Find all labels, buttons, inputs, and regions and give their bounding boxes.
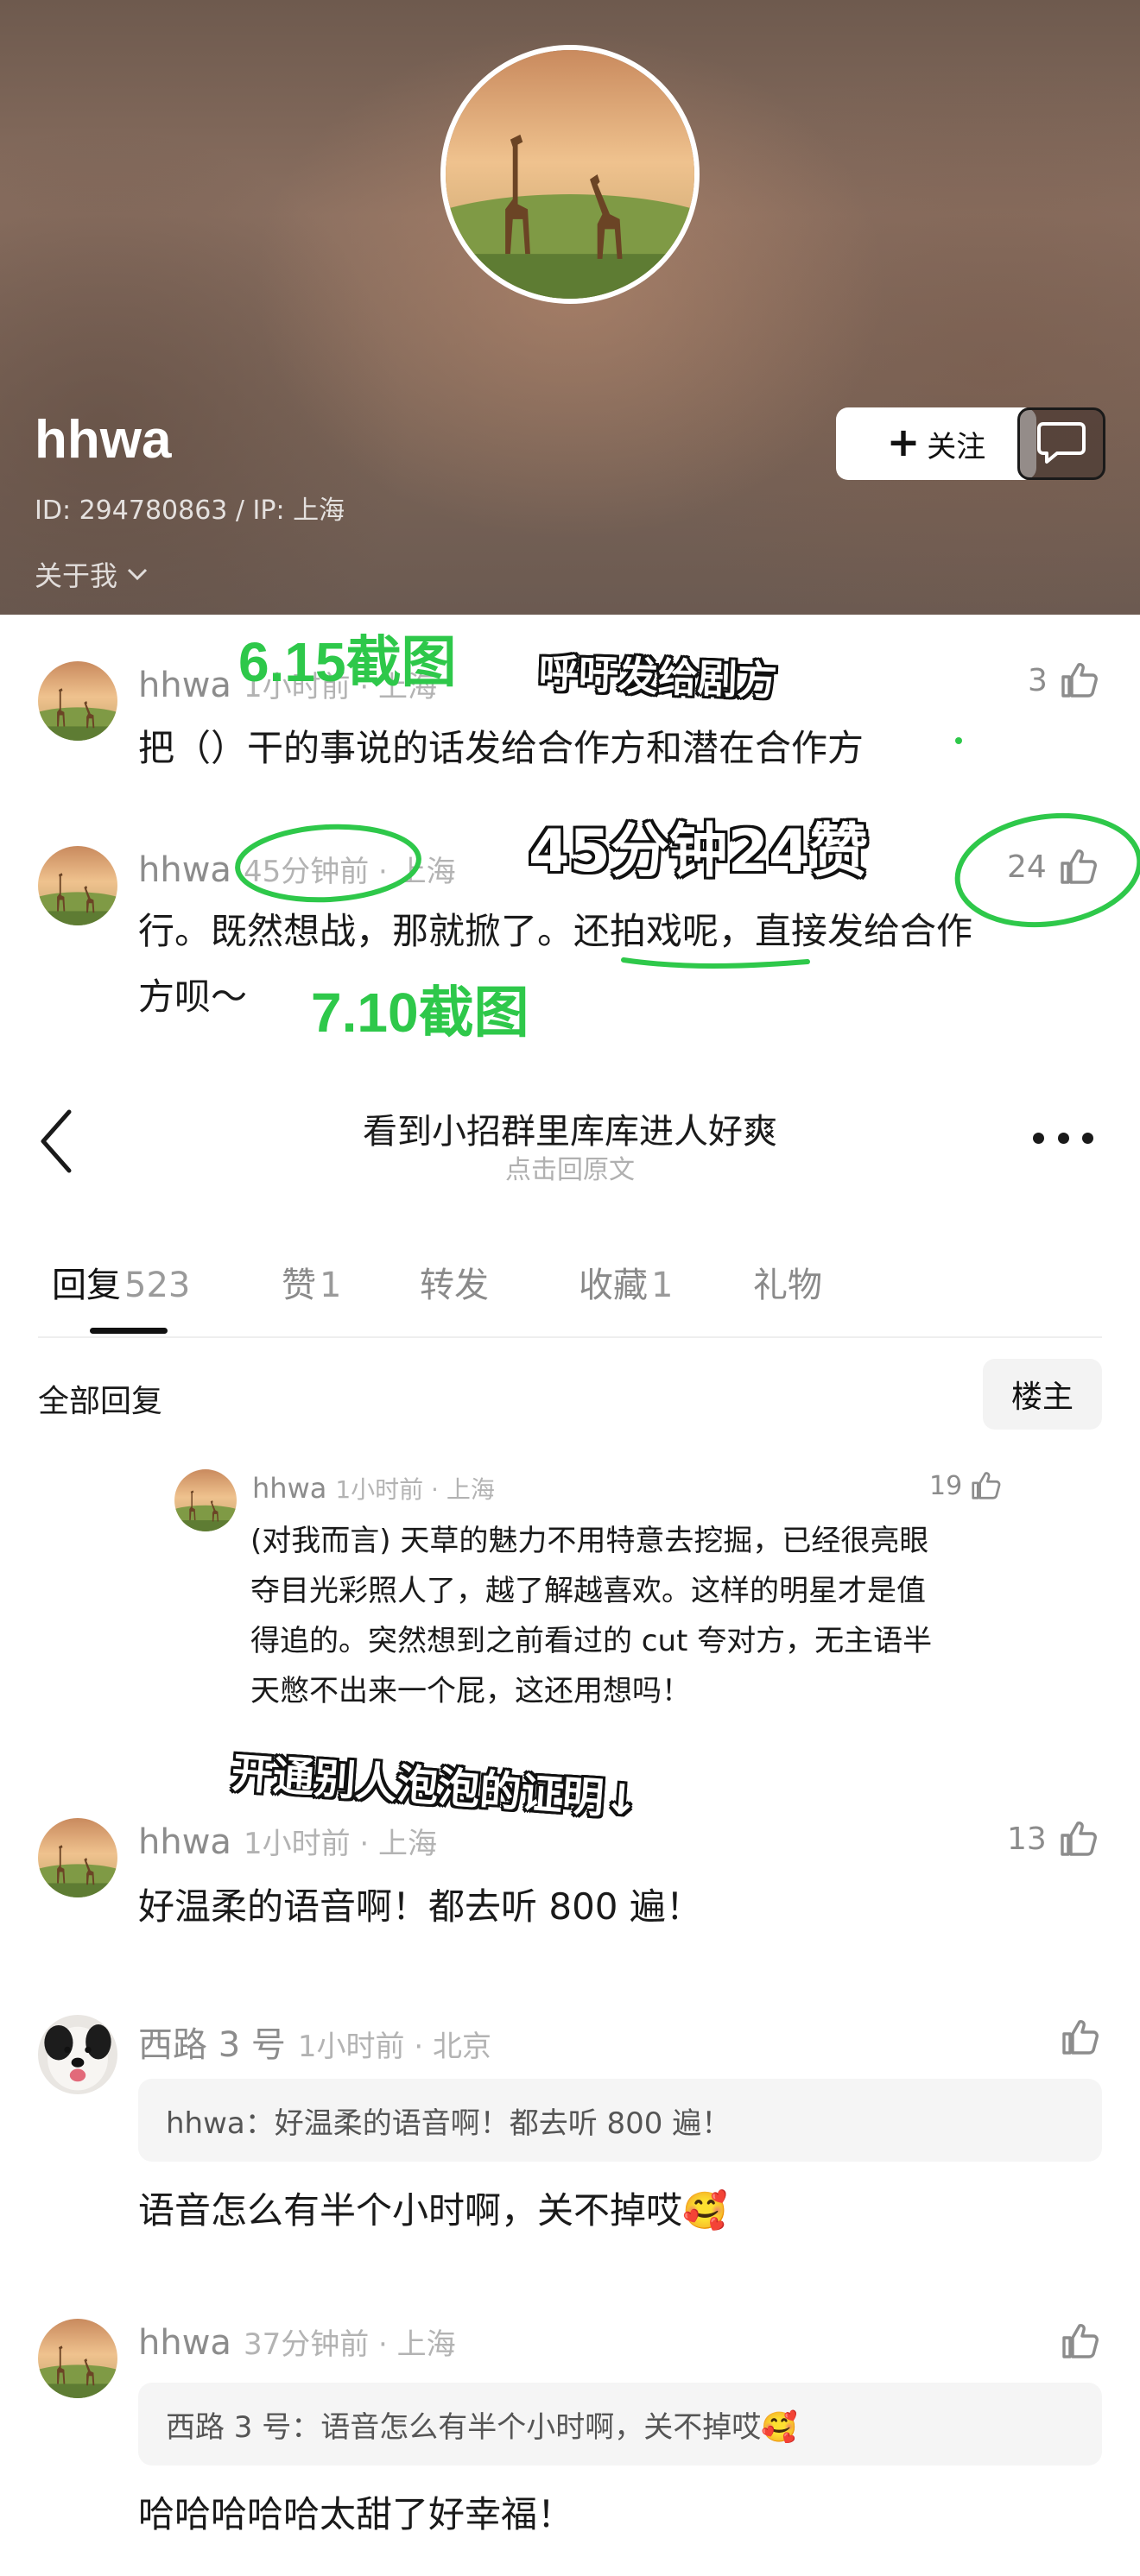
comment-username: hhwa [138, 666, 231, 705]
more-icon[interactable] [1033, 1127, 1093, 1148]
like-button[interactable]: 19 [929, 1469, 1002, 1502]
active-tab-indicator [90, 1328, 168, 1334]
profile-name: hhwa [35, 410, 172, 470]
annotation-dot [955, 737, 962, 744]
comment-username: hhwa [252, 1472, 327, 1505]
annotation-screenshot-date: 7.10截图 [311, 982, 529, 1044]
annotation-sticker: 45分钟24赞 [528, 817, 869, 887]
comment-meta: 1小时前 · 上海 [335, 1475, 495, 1504]
tab-label: 转发 [420, 1266, 489, 1305]
profile-avatar[interactable] [440, 45, 700, 304]
thumb-up-icon [1057, 1818, 1099, 1859]
tab-replies[interactable]: 回复 523 [52, 1257, 190, 1307]
comment-author[interactable]: hhwa 1小时前 · 上海 [138, 1820, 437, 1862]
tab-count: 523 [124, 1266, 191, 1305]
tab-count: 1 [320, 1266, 342, 1305]
comment-meta: 37分钟前 · 上海 [243, 2327, 456, 2362]
comment-text: 方呗～ [138, 975, 248, 1018]
comment-username: 西路 3 号 [138, 2025, 286, 2065]
like-count: 3 [1028, 662, 1048, 698]
profile-id: ID: 294780863 / IP: 上海 [35, 496, 345, 526]
comment-username: hhwa [138, 2323, 231, 2363]
like-count: 13 [1007, 1821, 1047, 1857]
comment-meta: 1小时前 · 上海 [243, 1827, 437, 1861]
comment-text: 把（）干的事说的话发给合作方和潜在合作方 [138, 727, 864, 769]
comment-author[interactable]: hhwa 37分钟前 · 上海 [138, 2320, 456, 2363]
like-button[interactable]: 3 [1028, 660, 1099, 701]
avatar[interactable] [174, 1469, 237, 1531]
comment-meta: 1小时前 · 北京 [297, 2030, 491, 2064]
follow-button[interactable]: + 关注 [836, 407, 1036, 480]
comment-author[interactable]: hhwa 1小时前 · 上海 [252, 1471, 495, 1506]
comment-username: hhwa [138, 850, 231, 890]
like-button[interactable]: 24 [1007, 846, 1099, 887]
comment-author[interactable]: hhwa 45分钟前 · 上海 [138, 848, 456, 890]
annotation-screenshot-date: 6.15截图 [238, 631, 457, 693]
text-line: 夺目光彩照人了，越了解越喜欢。这样的明星才是值 [250, 1574, 926, 1608]
like-count: 24 [1007, 849, 1047, 885]
comment-username: hhwa [138, 1822, 231, 1862]
post-title[interactable]: 看到小招群里库库进人好爽 [0, 1103, 1140, 1153]
tab-label: 回复 [52, 1266, 121, 1305]
tab-reposts[interactable]: 转发 [420, 1257, 489, 1307]
chevron-down-icon [127, 568, 148, 581]
comment-meta: 45分钟前 · 上海 [243, 855, 456, 889]
chat-bubble-icon [1037, 422, 1086, 464]
annotation-sticker: 开通别人泡泡的证明↓ [229, 1748, 641, 1827]
quoted-reply[interactable]: hhwa：好温柔的语音啊！都去听 800 遍！ [138, 2079, 1102, 2162]
annotation-sticker: 呼吁发给剧方 [537, 648, 779, 705]
tab-likes[interactable]: 赞1 [282, 1257, 341, 1307]
tab-label: 礼物 [753, 1266, 822, 1305]
host-only-button[interactable]: 楼主 [983, 1359, 1102, 1430]
divider [38, 1336, 1102, 1338]
avatar[interactable] [38, 2015, 117, 2094]
like-count: 19 [929, 1470, 963, 1501]
thumb-up-icon [1059, 2017, 1100, 2058]
like-button[interactable] [1059, 2017, 1100, 2058]
avatar[interactable] [38, 661, 117, 741]
about-me-toggle[interactable]: 关于我 [35, 554, 149, 594]
tab-gifts[interactable]: 礼物 [753, 1257, 822, 1307]
tab-favorites[interactable]: 收藏 1 [579, 1257, 673, 1307]
all-replies-label: 全部回复 [38, 1384, 163, 1419]
tab-label: 收藏 [579, 1266, 648, 1305]
nested-comment-text: (对我而言) 天草的魅力不用特意去挖掘，已经很亮眼 夺目光彩照人了，越了解越喜欢… [250, 1516, 1019, 1716]
tab-count: 1 [651, 1266, 674, 1305]
text-line: 得追的。突然想到之前看过的 cut 夸对方，无主语半 [250, 1624, 933, 1658]
plus-icon: + [886, 419, 921, 465]
comment-text: 哈哈哈哈哈太甜了好幸福！ [138, 2493, 574, 2535]
text-line: 天憋不出来一个屁，这还用想吗！ [250, 1674, 691, 1708]
profile-header: hhwa ID: 294780863 / IP: 上海 关于我 + 关注 [0, 0, 1140, 615]
avatar[interactable] [38, 2319, 117, 2398]
comment-author[interactable]: 西路 3 号 1小时前 · 北京 [138, 2017, 491, 2067]
follow-label: 关注 [927, 429, 986, 464]
comment-text: 好温柔的语音啊！都去听 800 遍！ [138, 1885, 702, 1928]
thumb-up-icon [969, 1469, 1002, 1502]
comment-text: 行。既然想战，那就掀了。还拍戏呢，直接发给合作 [138, 910, 973, 952]
avatar[interactable] [38, 846, 117, 925]
thumb-up-icon [1058, 660, 1099, 701]
like-button[interactable]: 13 [1007, 1818, 1099, 1859]
tab-label: 赞 [282, 1266, 316, 1305]
quoted-reply[interactable]: 西路 3 号：语音怎么有半个小时啊，关不掉哎🥰 [138, 2383, 1102, 2466]
about-me-label: 关于我 [35, 559, 118, 592]
like-button[interactable] [1059, 2320, 1100, 2362]
thumb-up-icon [1057, 846, 1099, 887]
text-line: (对我而言) 天草的魅力不用特意去挖掘，已经很亮眼 [250, 1524, 929, 1558]
back-to-original-link[interactable]: 点击回原文 [0, 1148, 1140, 1186]
message-button[interactable] [1017, 407, 1105, 480]
comment-text: 语音怎么有半个小时啊，关不掉哎🥰 [138, 2189, 728, 2232]
avatar[interactable] [38, 1818, 117, 1897]
thumb-up-icon [1059, 2320, 1100, 2362]
